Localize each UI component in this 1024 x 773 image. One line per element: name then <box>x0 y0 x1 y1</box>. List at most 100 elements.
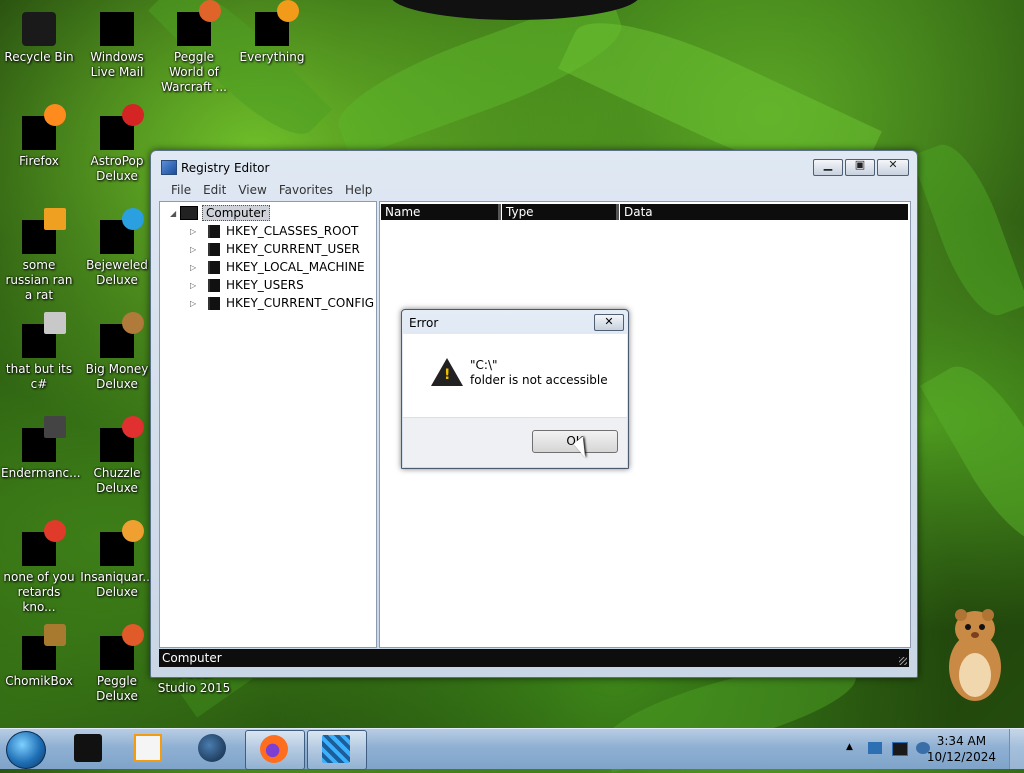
desktop-icon-windows-live-mail[interactable]: Windows Live Mail <box>79 12 155 80</box>
registry-editor-icon <box>161 160 177 175</box>
tree-item-hkey-users[interactable]: ▷ HKEY_USERS <box>190 276 304 294</box>
desktop-icon-astropop[interactable]: AstroPop Deluxe <box>79 104 155 184</box>
tree-item-hkey-current-user[interactable]: ▷ HKEY_CURRENT_USER <box>190 240 360 258</box>
desktop-icon-that-but-csharp[interactable]: that but its c# <box>1 312 77 392</box>
insaniquarium-icon <box>100 520 144 566</box>
desktop-icon-label: Big Money Deluxe <box>85 362 149 391</box>
tree-item-computer[interactable]: ◢ Computer <box>170 205 270 221</box>
desktop-icon-recycle-bin[interactable]: Recycle Bin <box>1 12 77 65</box>
menu-file[interactable]: File <box>165 182 197 198</box>
taskbar-item-registry-editor[interactable] <box>307 730 367 770</box>
minimize-icon: ▁ <box>823 158 833 171</box>
menu-view[interactable]: View <box>232 182 272 198</box>
display-icon[interactable] <box>892 742 908 756</box>
taskbar-item-steam[interactable] <box>184 730 242 768</box>
dialog-body: ! "C:\" folder is not accessible <box>403 334 627 417</box>
taskbar: ▲ 3:34 AM 10/12/2024 <box>0 728 1024 770</box>
desktop-icon-label: Chuzzle Deluxe <box>93 466 141 495</box>
recycle-bin-icon <box>22 12 56 46</box>
dialog-message-line1: "C:\" <box>470 358 498 372</box>
desktop-icon-label: ChomikBox <box>5 674 73 688</box>
tree-item-hkey-local-machine[interactable]: ▷ HKEY_LOCAL_MACHINE <box>190 258 365 276</box>
status-bar: Computer <box>159 649 909 667</box>
dialog-message: "C:\" folder is not accessible <box>470 358 608 388</box>
desktop-icon-endermanch[interactable]: Endermanc... <box>1 416 81 481</box>
tree-item-label: HKEY_LOCAL_MACHINE <box>226 260 365 274</box>
desktop-icon-label: that but its c# <box>5 362 73 391</box>
show-desktop-button[interactable] <box>1009 729 1024 769</box>
maximize-button[interactable]: ▣ <box>845 158 875 176</box>
desktop-icon-insaniquarium[interactable]: Insaniquar... Deluxe <box>79 520 155 600</box>
title-bar[interactable]: Registry Editor ▁ ▣ ✕ <box>151 151 917 181</box>
taskbar-item-firefox[interactable] <box>245 730 305 770</box>
expand-icon[interactable]: ▷ <box>190 299 200 308</box>
notebook-icon <box>74 734 102 762</box>
desktop-icon-chuzzle[interactable]: Chuzzle Deluxe <box>79 416 155 496</box>
menu-favorites[interactable]: Favorites <box>273 182 339 198</box>
tree-item-hkey-classes-root[interactable]: ▷ HKEY_CLASSES_ROOT <box>190 222 358 240</box>
tree-root-label: Computer <box>202 205 270 221</box>
dialog-close-button[interactable]: ✕ <box>594 314 624 331</box>
close-button[interactable]: ✕ <box>877 158 909 176</box>
expand-icon[interactable]: ▷ <box>190 245 200 254</box>
hamster-icon <box>949 609 1001 701</box>
registry-tree[interactable]: ◢ Computer ▷ HKEY_CLASSES_ROOT ▷ HKEY_CU… <box>159 201 377 648</box>
application-icon <box>22 416 66 462</box>
column-header-type[interactable]: Type <box>502 204 619 220</box>
firefox-icon <box>22 104 66 150</box>
shortcut-icon <box>22 312 66 358</box>
expand-icon[interactable]: ▷ <box>190 263 200 272</box>
menu-edit[interactable]: Edit <box>197 182 232 198</box>
minimize-button[interactable]: ▁ <box>813 158 843 176</box>
collapse-icon[interactable]: ◢ <box>170 209 180 218</box>
clock[interactable]: 3:34 AM 10/12/2024 <box>927 733 996 765</box>
registry-editor-icon <box>322 735 350 763</box>
peggle-icon <box>100 624 144 670</box>
media-player-icon <box>134 734 162 762</box>
close-icon: ✕ <box>888 158 898 171</box>
dialog-message-line2: folder is not accessible <box>470 373 608 387</box>
desktop-icon-big-money[interactable]: Big Money Deluxe <box>79 312 155 392</box>
taskbar-item-media-player[interactable] <box>120 730 178 768</box>
desktop-icon-none-of-you[interactable]: none of you retards kno... <box>1 520 77 615</box>
desktop-icon-label: Peggle Deluxe <box>96 674 138 703</box>
desktop-icon-bejeweled[interactable]: Bejeweled Deluxe <box>79 208 155 288</box>
desktop-icon-peggle-deluxe[interactable]: Peggle Deluxe <box>79 624 155 704</box>
network-icon[interactable] <box>868 742 882 754</box>
expand-icon[interactable]: ▷ <box>190 227 200 236</box>
desktop-icon-chomikbox[interactable]: ChomikBox <box>1 624 77 689</box>
windows-live-mail-icon <box>100 12 134 46</box>
desktop-icon-peggle-wow[interactable]: Peggle World of Warcraft ... <box>156 0 232 95</box>
tree-item-label: HKEY_CURRENT_CONFIG <box>226 296 375 310</box>
file-icon <box>22 520 66 566</box>
error-dialog: Error ✕ ! "C:\" folder is not accessible… <box>401 309 629 469</box>
folder-icon <box>208 242 220 256</box>
desktop-icon-label: some russian ran a rat <box>5 258 73 302</box>
desktop-icon-everything[interactable]: Everything <box>234 0 310 65</box>
tree-item-label: HKEY_CLASSES_ROOT <box>226 224 359 238</box>
window-title: Registry Editor <box>181 161 270 175</box>
start-button[interactable] <box>6 731 46 769</box>
clock-time: 3:34 AM <box>936 734 987 748</box>
desktop-icon-russian-rat[interactable]: some russian ran a rat <box>1 208 77 303</box>
folder-icon <box>208 260 220 274</box>
menu-bar: File Edit View Favorites Help <box>165 182 378 198</box>
big-money-icon <box>100 312 144 358</box>
desktop-icon-firefox[interactable]: Firefox <box>1 104 77 169</box>
dialog-title: Error <box>409 316 439 330</box>
tree-item-label: HKEY_USERS <box>226 278 304 292</box>
tree-item-hkey-current-config[interactable]: ▷ HKEY_CURRENT_CONFIG <box>190 294 374 312</box>
taskbar-item-notebook[interactable] <box>60 730 118 768</box>
expand-icon[interactable]: ▷ <box>190 281 200 290</box>
desktop-icon-label: Peggle World of Warcraft ... <box>161 50 227 94</box>
status-path: Computer <box>162 651 222 665</box>
close-icon: ✕ <box>604 315 614 328</box>
resize-grip-icon[interactable] <box>899 657 907 665</box>
menu-help[interactable]: Help <box>339 182 378 198</box>
desktop-icon-label: Recycle Bin <box>4 50 74 64</box>
column-header-name[interactable]: Name <box>381 204 501 220</box>
desktop-icon-label: Endermanc... <box>1 466 81 480</box>
column-header-data[interactable]: Data <box>620 204 908 220</box>
desktop-icon-label: none of you retards kno... <box>3 570 75 614</box>
show-hidden-icons-icon[interactable]: ▲ <box>846 742 860 754</box>
